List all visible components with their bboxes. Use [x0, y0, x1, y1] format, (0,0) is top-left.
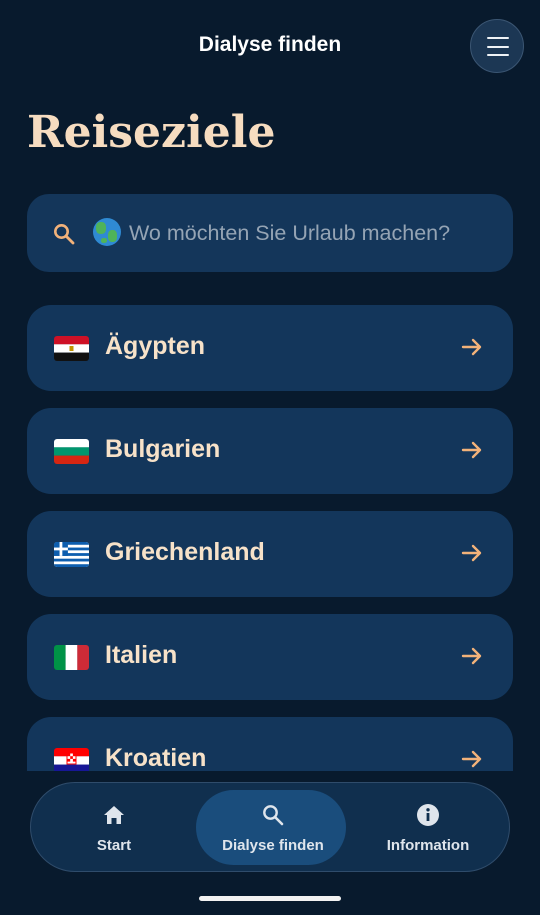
destination-list: Ägypten Bulgarien Griechenland Italien K…	[27, 305, 513, 771]
hamburger-menu-icon	[487, 37, 509, 40]
arrow-right-icon	[461, 441, 482, 459]
egypt-flag-icon	[54, 336, 89, 361]
list-item-italien[interactable]: Italien	[27, 614, 513, 700]
destination-label: Ägypten	[105, 332, 205, 360]
list-item-griechenland[interactable]: Griechenland	[27, 511, 513, 597]
info-icon	[417, 804, 439, 826]
nav-label: Dialyse finden	[222, 837, 324, 854]
arrow-right-icon	[461, 544, 482, 562]
list-item-bulgarien[interactable]: Bulgarien	[27, 408, 513, 494]
arrow-right-icon	[461, 338, 482, 356]
hamburger-menu-line	[487, 45, 509, 48]
search-icon	[54, 224, 75, 245]
list-item-aegypten[interactable]: Ägypten	[27, 305, 513, 391]
app-header: Dialyse finden	[0, 0, 540, 92]
destination-label: Bulgarien	[105, 435, 221, 463]
hamburger-menu-line	[487, 54, 509, 57]
nav-label: Start	[96, 837, 132, 854]
destination-label: Griechenland	[105, 538, 265, 566]
search-icon	[263, 805, 284, 826]
home-icon	[104, 806, 124, 824]
home-indicator[interactable]	[199, 896, 341, 901]
arrow-right-icon	[461, 647, 482, 665]
greece-flag-icon	[54, 542, 89, 567]
globe-icon	[93, 218, 121, 246]
menu-button[interactable]	[470, 19, 524, 73]
nav-item-information[interactable]: Information	[348, 783, 508, 870]
bulgaria-flag-icon	[54, 439, 89, 464]
bottom-navigation: Start Dialyse finden Information	[30, 782, 510, 872]
italy-flag-icon	[54, 645, 89, 670]
search-bar[interactable]	[27, 194, 513, 272]
list-item-kroatien[interactable]: Kroatien	[27, 717, 513, 771]
header-title: Dialyse finden	[198, 33, 342, 56]
arrow-right-icon	[461, 750, 482, 768]
destination-label: Kroatien	[105, 744, 207, 771]
nav-label: Information	[386, 837, 470, 854]
nav-item-start[interactable]: Start	[34, 783, 194, 870]
croatia-flag-icon	[54, 748, 89, 771]
destination-label: Italien	[105, 641, 178, 669]
nav-item-dialyse-finden[interactable]: Dialyse finden	[190, 783, 350, 870]
search-input[interactable]	[129, 208, 509, 258]
page-title: Reiseziele	[27, 107, 276, 158]
